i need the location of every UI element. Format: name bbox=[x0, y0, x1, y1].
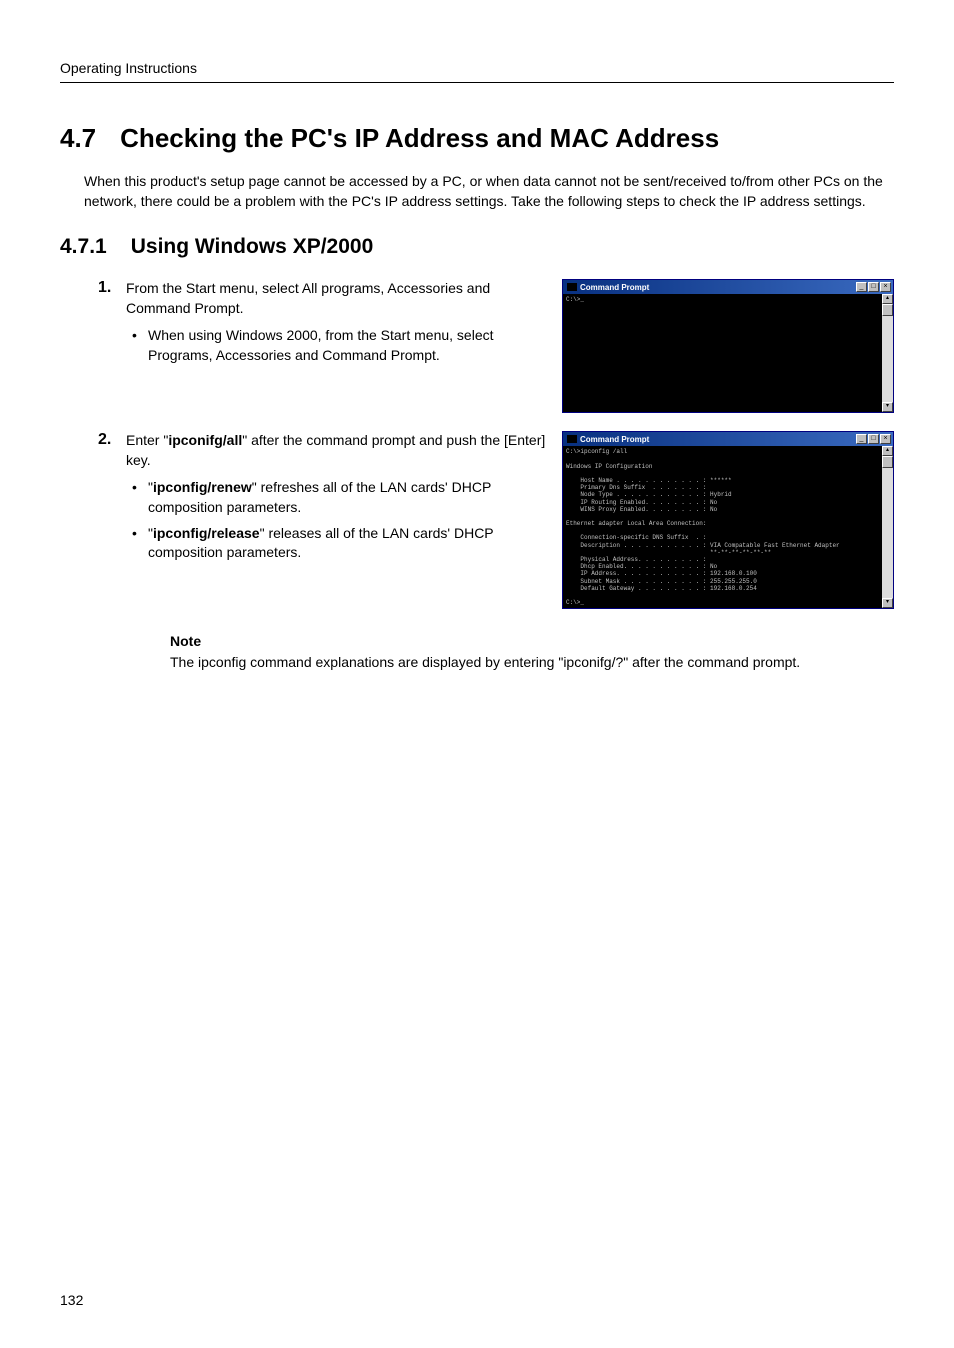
cmd-output: C:\>ipconfig /all Windows IP Configurati… bbox=[566, 448, 878, 606]
step-number: 1. bbox=[98, 279, 126, 297]
cmd-window: Command Prompt _ □ × C:\>ipconfig /all W… bbox=[562, 431, 894, 609]
cmd-title-text: Command Prompt bbox=[580, 283, 649, 292]
window-buttons: _ □ × bbox=[856, 434, 891, 444]
step-text-pre: Enter " bbox=[126, 432, 168, 448]
page-number: 132 bbox=[60, 1292, 83, 1308]
note-heading: Note bbox=[170, 633, 894, 649]
section-heading: 4.7 Checking the PC's IP Address and MAC… bbox=[60, 123, 894, 154]
step-bullets: When using Windows 2000, from the Start … bbox=[126, 326, 550, 365]
close-icon: × bbox=[880, 282, 891, 292]
note-text: The ipconfig command explanations are di… bbox=[170, 653, 894, 673]
section-title: Checking the PC's IP Address and MAC Add… bbox=[120, 123, 719, 154]
subsection-title: Using Windows XP/2000 bbox=[131, 235, 374, 259]
scroll-up-icon: ▴ bbox=[882, 446, 893, 456]
step-bullets: "ipconfig/renew" refreshes all of the LA… bbox=[126, 478, 550, 562]
cmd-title-text: Command Prompt bbox=[580, 435, 649, 444]
step-body: Enter "ipconifg/all" after the command p… bbox=[126, 431, 562, 569]
step-text-bold: ipconifg/all bbox=[168, 432, 242, 448]
running-header: Operating Instructions bbox=[60, 60, 894, 76]
scrollbar: ▴ ▾ bbox=[882, 446, 893, 608]
note-block: Note The ipconfig command explanations a… bbox=[170, 633, 894, 673]
subsection-heading: 4.7.1 Using Windows XP/2000 bbox=[60, 235, 894, 259]
list-item: When using Windows 2000, from the Start … bbox=[126, 326, 550, 365]
scroll-down-icon: ▾ bbox=[882, 598, 893, 608]
scroll-up-icon: ▴ bbox=[882, 294, 893, 304]
subsection-number: 4.7.1 bbox=[60, 235, 107, 259]
cmd-title: Command Prompt bbox=[567, 283, 649, 292]
step-2: 2. Enter "ipconifg/all" after the comman… bbox=[98, 431, 894, 609]
scroll-thumb bbox=[882, 304, 893, 316]
cmd-icon bbox=[567, 283, 577, 291]
scrollbar: ▴ ▾ bbox=[882, 294, 893, 412]
cmd-titlebar: Command Prompt _ □ × bbox=[563, 280, 893, 294]
minimize-icon: _ bbox=[856, 282, 867, 292]
step-text: From the Start menu, select All programs… bbox=[126, 280, 490, 316]
scroll-down-icon: ▾ bbox=[882, 402, 893, 412]
cmd-body: C:\>ipconfig /all Windows IP Configurati… bbox=[563, 446, 893, 608]
scroll-thumb bbox=[882, 456, 893, 468]
step-number: 2. bbox=[98, 431, 126, 449]
list-item: "ipconfig/renew" refreshes all of the LA… bbox=[126, 478, 550, 517]
bullet-bold: ipconfig/renew bbox=[153, 479, 252, 495]
maximize-icon: □ bbox=[868, 434, 879, 444]
minimize-icon: _ bbox=[856, 434, 867, 444]
cmd-screenshot-full: Command Prompt _ □ × C:\>ipconfig /all W… bbox=[562, 431, 894, 609]
scroll-track bbox=[882, 316, 893, 402]
list-item: "ipconfig/release" releases all of the L… bbox=[126, 524, 550, 563]
cmd-text: C:\>_ bbox=[566, 296, 878, 303]
cmd-body: C:\>_ ▴ ▾ bbox=[563, 294, 893, 412]
section-intro: When this product's setup page cannot be… bbox=[84, 172, 894, 211]
window-buttons: _ □ × bbox=[856, 282, 891, 292]
section-number: 4.7 bbox=[60, 123, 96, 154]
cmd-icon bbox=[567, 435, 577, 443]
cmd-window: Command Prompt _ □ × C:\>_ ▴ ▾ bbox=[562, 279, 894, 413]
scroll-track bbox=[882, 468, 893, 598]
step-1: 1. From the Start menu, select All progr… bbox=[98, 279, 894, 413]
cmd-titlebar: Command Prompt _ □ × bbox=[563, 432, 893, 446]
step-body: From the Start menu, select All programs… bbox=[126, 279, 562, 371]
header-rule bbox=[60, 82, 894, 83]
close-icon: × bbox=[880, 434, 891, 444]
bullet-bold: ipconfig/release bbox=[153, 525, 260, 541]
maximize-icon: □ bbox=[868, 282, 879, 292]
bullet-text: When using Windows 2000, from the Start … bbox=[148, 327, 494, 363]
cmd-title: Command Prompt bbox=[567, 435, 649, 444]
cmd-screenshot-empty: Command Prompt _ □ × C:\>_ ▴ ▾ bbox=[562, 279, 894, 413]
